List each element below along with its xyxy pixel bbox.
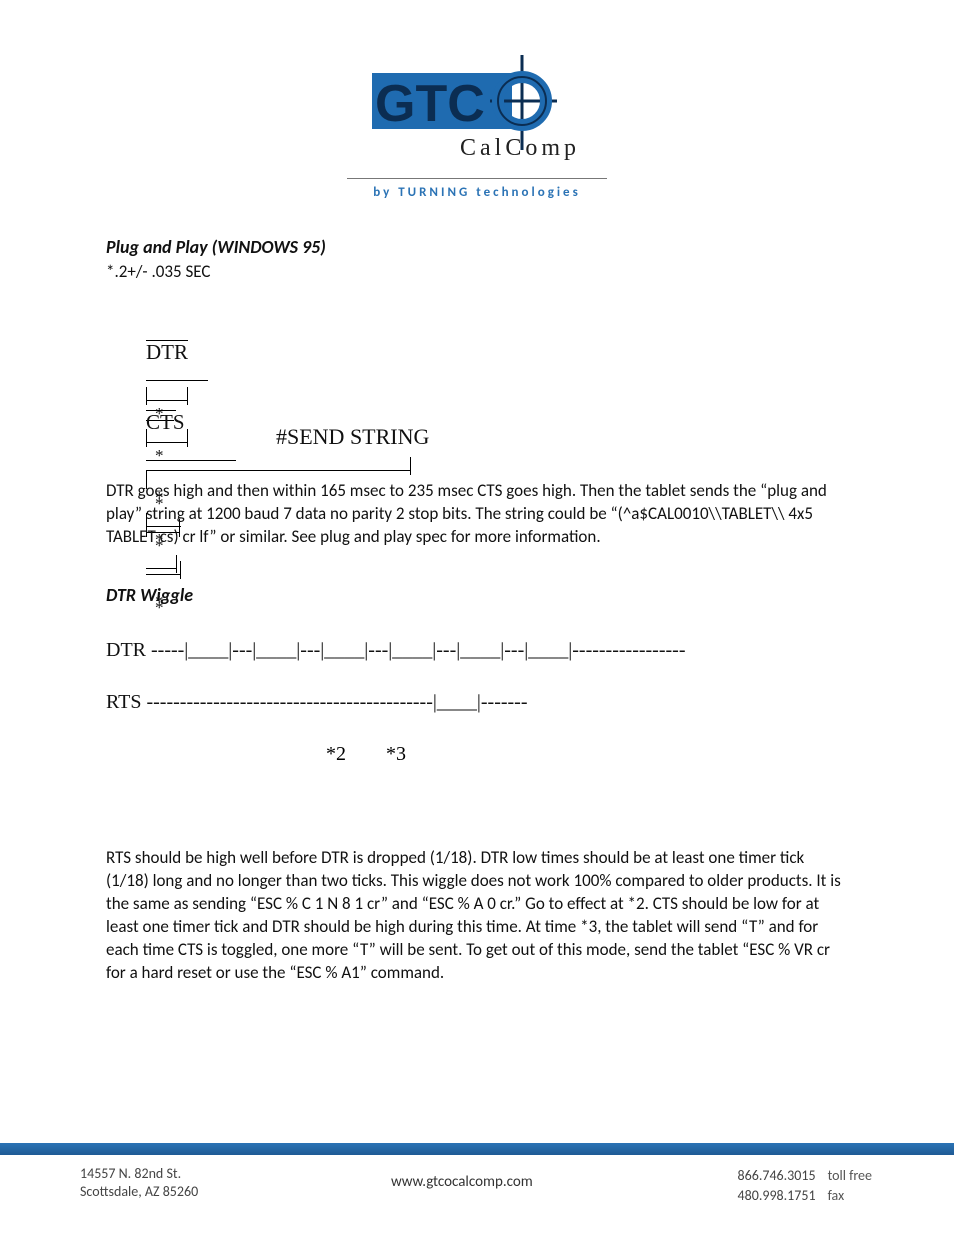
content: Plug and Play (WINDOWS 95) *.2+/- .035 S… <box>0 201 954 985</box>
phone-tollfree: 866.746.3015 <box>728 1167 816 1185</box>
logo-tagline: by TURNING technologies <box>342 185 612 200</box>
paragraph-wiggle: RTS should be high well before DTR is dr… <box>106 847 848 985</box>
phone-fax: 480.998.1751 <box>728 1187 816 1205</box>
signal-dtr: DTR <box>146 340 188 364</box>
paragraph-pnp: DTR goes high and then within 165 msec t… <box>106 480 848 549</box>
svg-text:CalComp: CalComp <box>460 135 580 161</box>
header: GTC CalComp by TURNING technologies <box>0 0 954 201</box>
heading-plug-and-play: Plug and Play (WINDOWS 95) <box>106 235 848 259</box>
footer-website: www.gtcocalcomp.com <box>198 1165 725 1191</box>
svg-text:GTC: GTC <box>375 75 485 133</box>
phone-fax-label: fax <box>818 1187 872 1205</box>
footer-phones: 866.746.3015 toll free 480.998.1751 fax <box>726 1165 874 1207</box>
heading-dtr-wiggle: DTR Wiggle <box>106 583 848 607</box>
wiggle-rts-line: RTS ------------------------------------… <box>106 689 848 715</box>
page: GTC CalComp by TURNING technologies Plug… <box>0 0 954 1235</box>
logo: GTC CalComp by TURNING technologies <box>342 55 612 200</box>
address-line-2: Scottsdale, AZ 85260 <box>80 1183 198 1201</box>
timing-spec: *.2+/- .035 SEC <box>106 261 848 284</box>
footer-address: 14557 N. 82nd St. Scottsdale, AZ 85260 <box>80 1165 198 1201</box>
footer-divider <box>0 1143 954 1155</box>
phone-tollfree-label: toll free <box>818 1167 872 1185</box>
gtco-calcomp-logo-icon: GTC CalComp <box>342 55 612 165</box>
address-line-1: 14557 N. 82nd St. <box>80 1165 198 1183</box>
signal-cts: CTS <box>146 410 185 434</box>
wiggle-dtr-line: DTR -----|____|---|____|---|____|---|___… <box>106 637 848 663</box>
timing-diagram-wiggle: DTR -----|____|---|____|---|____|---|___… <box>106 611 848 819</box>
timing-diagram-pnp: DTR * * * * * CTS <box>106 296 848 418</box>
footer: 14557 N. 82nd St. Scottsdale, AZ 85260 w… <box>0 1165 954 1207</box>
send-string-label: #SEND STRING <box>106 422 848 452</box>
wiggle-markers: *2 *3 <box>106 741 848 767</box>
